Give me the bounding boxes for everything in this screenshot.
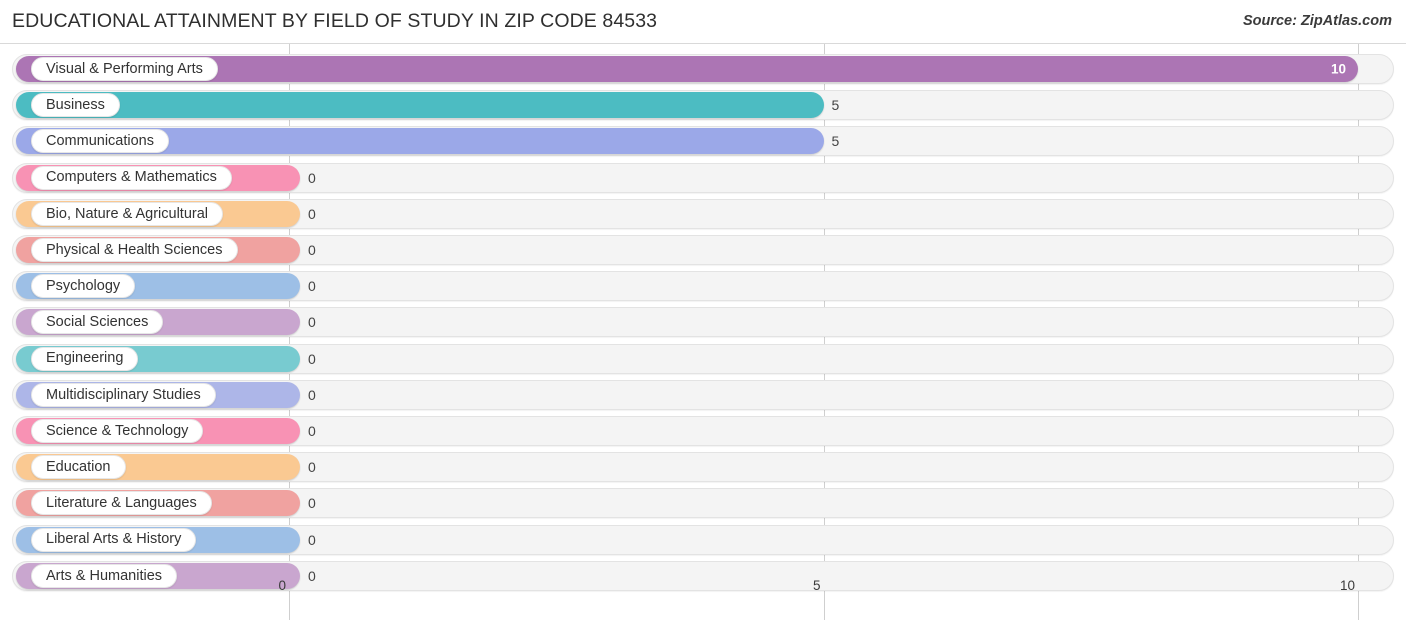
category-label-pill[interactable]: Engineering — [31, 346, 139, 371]
category-label-text: Social Sciences — [46, 314, 149, 331]
chart-header: EDUCATIONAL ATTAINMENT BY FIELD OF STUDY… — [0, 0, 1406, 44]
source-attribution: Source: ZipAtlas.com — [1242, 13, 1392, 29]
category-label-text: Communications — [46, 133, 154, 150]
category-label-pill[interactable]: Business — [31, 93, 120, 118]
category-label-text: Education — [46, 458, 111, 475]
bar-value-label: 5 — [831, 133, 840, 150]
category-label-text: Bio, Nature & Agricultural — [46, 205, 208, 222]
bar-row: 0 Bio, Nature & Agricultural — [12, 198, 1394, 229]
chart-container: EDUCATIONAL ATTAINMENT BY FIELD OF STUDY… — [0, 0, 1406, 631]
x-tick-label: 10 — [1339, 578, 1355, 593]
bar-row: 0 Computers & Mathematics — [12, 162, 1394, 193]
category-label-text: Literature & Languages — [46, 495, 197, 512]
category-label-text: Business — [46, 96, 105, 113]
bar-row: 0 Physical & Health Sciences — [12, 235, 1394, 265]
category-label-text: Science & Technology — [46, 422, 189, 439]
bar-row: 0 Engineering — [12, 343, 1394, 374]
bar-value-label: 0 — [308, 350, 316, 367]
bar-row: 0 Science & Technology — [12, 416, 1394, 446]
bar-value-label: 0 — [308, 531, 316, 548]
x-tick-label: 0 — [278, 578, 286, 593]
category-label-text: Liberal Arts & History — [46, 531, 182, 548]
bar[interactable] — [16, 92, 824, 119]
category-label-pill[interactable]: Multidisciplinary Studies — [31, 382, 216, 407]
bar-row: 10 Visual & Performing Arts — [12, 54, 1394, 84]
bar-value-label: 0 — [308, 242, 316, 258]
bar-value-label: 0 — [308, 459, 316, 476]
bar-value-label: 5 — [831, 97, 840, 114]
bar-row: 0 Multidisciplinary Studies — [12, 379, 1394, 410]
category-label-text: Physical & Health Sciences — [46, 241, 223, 258]
category-label-pill[interactable]: Literature & Languages — [31, 491, 212, 516]
bar-row: 0 Psychology — [12, 271, 1394, 302]
bar-row: 0 Liberal Arts & History — [12, 524, 1394, 555]
category-label-pill[interactable]: Physical & Health Sciences — [31, 238, 238, 262]
bar-value-label: 0 — [308, 314, 316, 331]
category-label-pill[interactable]: Science & Technology — [31, 419, 204, 443]
category-label-pill[interactable]: Computers & Mathematics — [31, 165, 232, 190]
bar-value-label: 0 — [308, 386, 316, 403]
bar-row: 5 Communications — [12, 126, 1394, 157]
bar-value-label: 10 — [1330, 61, 1346, 77]
category-label-pill[interactable]: Social Sciences — [31, 310, 164, 335]
bar-value-label: 0 — [308, 495, 316, 512]
bar-row: 0 Education — [12, 452, 1394, 483]
category-label-pill[interactable]: Liberal Arts & History — [31, 527, 197, 552]
category-label-text: Engineering — [46, 350, 124, 367]
bar-row: 5 Business — [12, 90, 1394, 121]
category-label-pill[interactable]: Bio, Nature & Agricultural — [31, 201, 223, 226]
page-title: EDUCATIONAL ATTAINMENT BY FIELD OF STUDY… — [12, 10, 658, 32]
x-axis: 0 5 10 — [0, 576, 1406, 600]
bar-value-label: 0 — [308, 169, 316, 186]
category-label-pill[interactable]: Communications — [31, 129, 169, 154]
bar-value-label: 0 — [308, 423, 316, 439]
bar-row: 0 Social Sciences — [12, 307, 1394, 338]
bar-value-label: 0 — [308, 278, 316, 295]
category-label-pill[interactable]: Education — [31, 455, 126, 480]
category-label-text: Multidisciplinary Studies — [46, 386, 201, 403]
category-label-pill[interactable]: Visual & Performing Arts — [31, 57, 218, 81]
x-tick-label: 5 — [812, 578, 821, 593]
category-label-pill[interactable]: Psychology — [31, 274, 136, 299]
bar-row: 0 Literature & Languages — [12, 488, 1394, 519]
category-label-text: Psychology — [46, 277, 121, 294]
category-label-text: Visual & Performing Arts — [46, 60, 203, 77]
category-label-text: Computers & Mathematics — [46, 169, 217, 186]
plot-area: 10 Visual & Performing Arts 5 Business 5 Comm… — [0, 44, 1406, 631]
bar-value-label: 0 — [308, 205, 316, 222]
